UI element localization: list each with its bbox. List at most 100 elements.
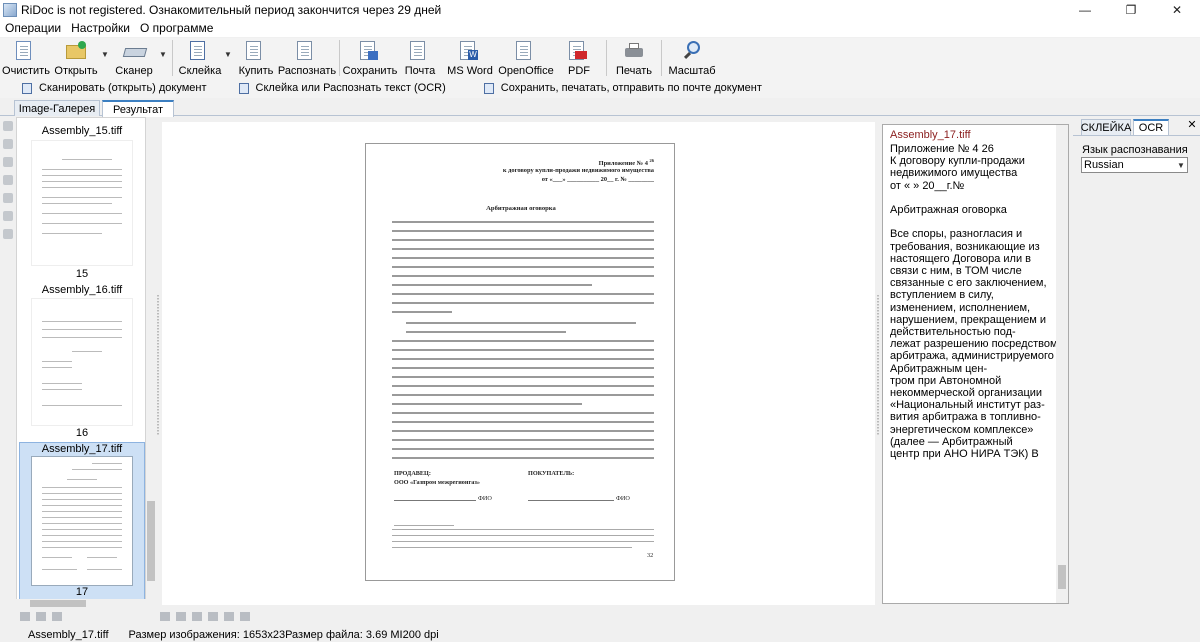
recognize-icon [297,41,317,61]
scanner-button[interactable]: Сканер [110,38,158,78]
scanner-dropdown-arrow[interactable]: ▼ [158,34,168,74]
open-folder-icon [66,41,86,61]
page-title: Арбитражная оговорка [486,205,556,212]
window-title: RiDoc is not registered. Ознакомительный… [21,2,442,17]
splitter-left[interactable] [157,295,159,435]
quick-glue-link[interactable]: Склейка или Распознать текст (OCR) [238,82,446,94]
tool-icon[interactable] [160,612,170,621]
ocr-scrollbar[interactable] [1056,125,1068,603]
title-bar: RiDoc is not registered. Ознакомительный… [0,0,1200,19]
tool-icon[interactable] [208,612,218,621]
status-file-size: Размер файла: 3.69 МІ200 dpi [285,629,439,641]
tool-icon[interactable] [240,612,250,621]
view-tabs: Image-Галерея Результат [0,99,1200,117]
open-dropdown-arrow[interactable]: ▼ [100,34,110,74]
seller-signature-line [394,500,476,501]
maximize-button[interactable]: ❐ [1108,0,1154,19]
open-button[interactable]: Открыть [52,38,100,78]
scrollbar-thumb[interactable] [147,501,155,581]
thumb-number: 15 [75,268,89,280]
toolbar-separator [339,40,340,76]
tool-icon[interactable] [20,612,30,621]
right-settings-pane: СКЛЕЙКА OCR ✕ Язык распознавания Russian… [1073,117,1200,605]
page-header-line2: к договору купли-продажи недвижимого иму… [502,167,654,174]
down-arrow-icon[interactable] [3,139,13,149]
scan-doc-icon [22,82,32,94]
thumb-number: 17 [75,586,89,598]
page-number: 32 [647,552,654,559]
settings-icon[interactable] [3,211,13,221]
thumbnail-list: Assembly_15.tiff 15 Assembly_16.tiff 16 … [16,117,146,605]
tool-icon[interactable] [36,612,46,621]
adjust-icon[interactable] [3,193,13,203]
thumbnail-16[interactable] [31,298,133,426]
glue-dropdown-arrow[interactable]: ▼ [223,34,233,74]
msword-button[interactable]: W MS Word [444,38,496,78]
toolbar: Очистить Открыть ▼ Сканер ▼ Склейка ▼ Ку… [0,38,1200,78]
document-page: Приложение № 4 26 к договору купли-прода… [365,143,675,581]
app-icon [3,2,17,17]
document-viewer: Приложение № 4 26 к договору купли-прода… [162,122,875,605]
buyer-fio: ФИО [616,495,630,502]
clear-doc-icon [16,41,36,61]
thumbnail-scrollbar[interactable] [146,117,156,605]
tab-result[interactable]: Результат [102,100,174,117]
splitter-right[interactable] [877,295,879,435]
print-button[interactable]: Печать [611,38,657,78]
tool-icon[interactable] [192,612,202,621]
menu-operations[interactable]: Операции [0,21,66,35]
menu-bar: Операции Настройки О программе [0,19,1200,37]
recognize-button[interactable]: Распознать [278,38,336,78]
printer-icon [624,41,644,61]
openoffice-button[interactable]: OpenOffice [496,38,556,78]
page-header-line1: Приложение № 4 26 [598,158,654,168]
minimize-button[interactable]: — [1062,0,1108,19]
glue-button[interactable]: Склейка [177,38,223,78]
close-pane-icon[interactable]: ✕ [1186,119,1198,131]
menu-about[interactable]: О программе [135,21,218,35]
tool-icon[interactable] [224,612,234,621]
tab-image-gallery[interactable]: Image-Галерея [14,100,100,116]
clear-button[interactable]: Очистить [0,38,52,78]
toolbar-separator [606,40,607,76]
scrollbar-thumb[interactable] [30,600,86,607]
seller-fio: ФИО [478,495,492,502]
rotate-icon[interactable] [3,157,13,167]
scrollbar-thumb[interactable] [1058,565,1066,589]
buyer-signature-line [528,500,614,501]
seller-name: ООО «Газпром межрегионгаз» [394,479,480,486]
thumbnail-17[interactable] [31,456,133,586]
tool-icon[interactable] [176,612,186,621]
save-button[interactable]: Сохранить [343,38,397,78]
pdf-button[interactable]: PDF [556,38,602,78]
tab-ocr[interactable]: OCR [1133,119,1169,135]
zoom-button[interactable]: Масштаб [666,38,718,78]
close-window-button[interactable]: ✕ [1154,0,1200,19]
toolbar-separator [172,40,173,76]
tab-glue[interactable]: СКЛЕЙКА [1081,119,1131,135]
delete-icon[interactable] [3,229,13,239]
footnote-divider [394,525,454,526]
word-icon: W [460,41,480,61]
quick-scan-link[interactable]: Сканировать (открыть) документ [22,82,207,94]
status-filename: Assembly_17.tiff [28,629,109,641]
crop-icon[interactable] [3,175,13,185]
ocr-filename: Assembly_17.tiff [890,129,971,141]
ocr-text[interactable]: Приложение № 4 26 К договору купли-прода… [890,143,1058,460]
scanner-icon [122,41,148,61]
language-select[interactable]: Russian ▼ [1081,157,1188,173]
buy-icon [246,41,266,61]
thumbnail-15[interactable] [31,140,133,266]
quick-actions-bar: Сканировать (открыть) документ Склейка и… [0,78,1200,98]
menu-settings[interactable]: Настройки [66,21,135,35]
quick-save-link[interactable]: Сохранить, печатать, отправить по почте … [483,82,762,94]
language-label: Язык распознавания [1082,144,1188,156]
buyer-label: ПОКУПАТЕЛЬ: [528,470,575,477]
tool-icon[interactable] [52,612,62,621]
save-icon [360,41,380,61]
thumbnail-hscrollbar[interactable] [16,599,146,608]
thumb-filename: Assembly_15.tiff [41,125,123,137]
up-arrow-icon[interactable] [3,121,13,131]
buy-button[interactable]: Купить [233,38,279,78]
mail-button[interactable]: Почта [396,38,444,78]
